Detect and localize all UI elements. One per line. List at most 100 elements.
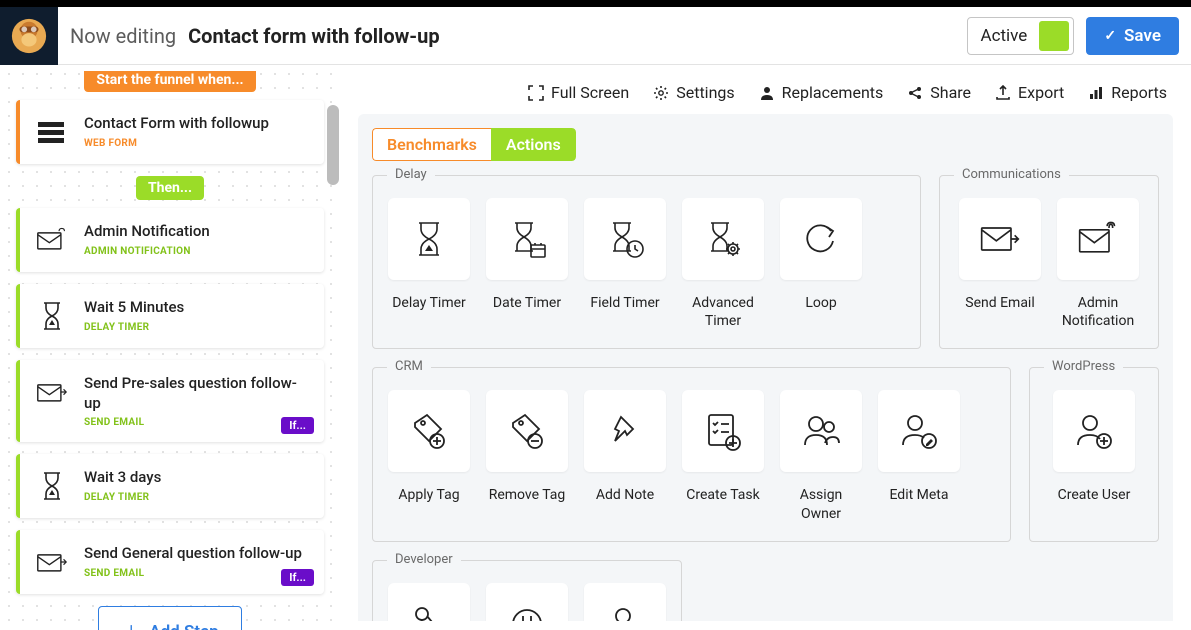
hourglass-gear-icon <box>701 217 745 261</box>
tab-actions[interactable]: Actions <box>491 128 576 161</box>
tile-developer-2[interactable] <box>485 583 569 621</box>
form-icon <box>34 114 70 150</box>
step-subtype: SEND EMAIL <box>84 568 310 579</box>
tile-label: Apply Tag <box>398 486 459 504</box>
tile-label: Advanced Timer <box>681 294 765 330</box>
tab-benchmarks[interactable]: Benchmarks <box>372 128 491 161</box>
hourglass-calendar-icon <box>505 217 549 261</box>
loop-icon <box>799 217 843 261</box>
step-card[interactable]: Contact Form with followup WEB FORM <box>16 100 324 164</box>
hourglass-icon <box>407 217 451 261</box>
start-chip: Start the funnel when... <box>84 71 255 92</box>
tile-developer-1[interactable] <box>387 583 471 621</box>
tile-label: Delay Timer <box>392 294 466 312</box>
step-title: Wait 3 days <box>84 468 310 488</box>
gear-icon <box>653 85 669 101</box>
tile-label: Admin Notification <box>1056 294 1140 330</box>
tile-create-task[interactable]: Create Task <box>681 390 765 522</box>
settings-button[interactable]: Settings <box>653 83 734 102</box>
tile-admin-notification[interactable]: Admin Notification <box>1056 198 1140 330</box>
tile-remove-tag[interactable]: Remove Tag <box>485 390 569 522</box>
step-card[interactable]: Wait 5 Minutes DELAY TIMER <box>16 284 324 348</box>
tile-add-note[interactable]: Add Note <box>583 390 667 522</box>
status-text: Active <box>968 26 1039 46</box>
group-wordpress: WordPress Create User <box>1029 367 1159 541</box>
tile-send-email[interactable]: Send Email <box>958 198 1042 330</box>
users-icon <box>799 409 843 453</box>
mail-bell-icon <box>34 222 70 258</box>
export-icon <box>995 85 1011 101</box>
tag-plus-icon <box>407 409 451 453</box>
tile-loop[interactable]: Loop <box>779 198 863 330</box>
chart-icon <box>1088 85 1104 101</box>
step-card[interactable]: Wait 3 days DELAY TIMER <box>16 454 324 518</box>
hourglass-clock-icon <box>603 217 647 261</box>
tile-developer-3[interactable] <box>583 583 667 621</box>
step-subtype: ADMIN NOTIFICATION <box>84 246 310 257</box>
action-tabs: Benchmarks Actions <box>372 128 576 161</box>
tile-date-timer[interactable]: Date Timer <box>485 198 569 330</box>
group-communications: Communications Send Email Admin Notifica… <box>939 175 1159 349</box>
header: Now editing Contact form with follow-up … <box>0 7 1191 65</box>
plugin-icon <box>505 602 549 621</box>
group-label: CRM <box>387 359 431 374</box>
step-title: Send Pre-sales question follow-up <box>84 374 310 413</box>
replacements-button[interactable]: Replacements <box>759 83 884 102</box>
step-subtype: WEB FORM <box>84 138 310 149</box>
group-label: Delay <box>387 167 435 182</box>
tile-label: Remove Tag <box>489 486 566 504</box>
step-subtype: SEND EMAIL <box>84 417 310 428</box>
tile-apply-tag[interactable]: Apply Tag <box>387 390 471 522</box>
user-icon <box>759 85 775 101</box>
share-button[interactable]: Share <box>907 83 971 102</box>
tile-label: Create User <box>1058 486 1131 504</box>
step-card[interactable]: Send Pre-sales question follow-up SEND E… <box>16 360 324 442</box>
check-icon: ✓ <box>1104 28 1116 44</box>
webhook-icon <box>407 602 451 621</box>
tile-label: Create Task <box>686 486 760 504</box>
tile-label: Assign Owner <box>779 486 863 522</box>
page-title: Contact form with follow-up <box>188 24 440 48</box>
fullscreen-button[interactable]: Full Screen <box>528 83 629 102</box>
tile-label: Edit Meta <box>889 486 948 504</box>
status-select[interactable]: Active <box>967 17 1074 55</box>
tile-label: Send Email <box>965 294 1035 312</box>
step-title: Wait 5 Minutes <box>84 298 310 318</box>
tile-field-timer[interactable]: Field Timer <box>583 198 667 330</box>
tile-edit-meta[interactable]: Edit Meta <box>877 390 961 522</box>
user-plus-icon <box>1072 409 1116 453</box>
step-title: Admin Notification <box>84 222 310 242</box>
tile-assign-owner[interactable]: Assign Owner <box>779 390 863 522</box>
share-icon <box>907 85 923 101</box>
group-label: Developer <box>387 552 461 567</box>
step-subtype: DELAY TIMER <box>84 322 310 333</box>
checklist-plus-icon <box>701 409 745 453</box>
app-logo <box>0 7 58 65</box>
fullscreen-icon <box>528 85 544 101</box>
hourglass-icon <box>34 468 70 504</box>
user-circle-icon <box>603 602 647 621</box>
group-label: Communications <box>954 167 1069 182</box>
tile-label: Date Timer <box>493 294 561 312</box>
step-card[interactable]: Send General question follow-up SEND EMA… <box>16 530 324 594</box>
save-button[interactable]: ✓ Save <box>1086 17 1179 55</box>
tile-advanced-timer[interactable]: Advanced Timer <box>681 198 765 330</box>
scrollbar-thumb[interactable] <box>327 105 339 185</box>
step-card[interactable]: Admin Notification ADMIN NOTIFICATION <box>16 208 324 272</box>
reports-button[interactable]: Reports <box>1088 83 1167 102</box>
hourglass-icon <box>34 298 70 334</box>
status-indicator <box>1039 21 1069 51</box>
tile-create-user[interactable]: Create User <box>1052 390 1136 504</box>
steps-sidebar: Start the funnel when... Contact Form wi… <box>0 65 340 630</box>
tag-minus-icon <box>505 409 549 453</box>
tile-delay-timer[interactable]: Delay Timer <box>387 198 471 330</box>
group-delay: Delay Delay Timer Date Timer Field Ti <box>372 175 921 349</box>
add-step-button[interactable]: ＋ Add Step <box>98 606 242 630</box>
canvas: Full Screen Settings Replacements Share … <box>340 65 1191 630</box>
mail-send-icon <box>978 217 1022 261</box>
step-title: Send General question follow-up <box>84 544 310 564</box>
export-button[interactable]: Export <box>995 83 1064 102</box>
canvas-toolbar: Full Screen Settings Replacements Share … <box>340 65 1191 114</box>
editing-label: Now editing <box>70 24 176 48</box>
step-title: Contact Form with followup <box>84 114 310 134</box>
